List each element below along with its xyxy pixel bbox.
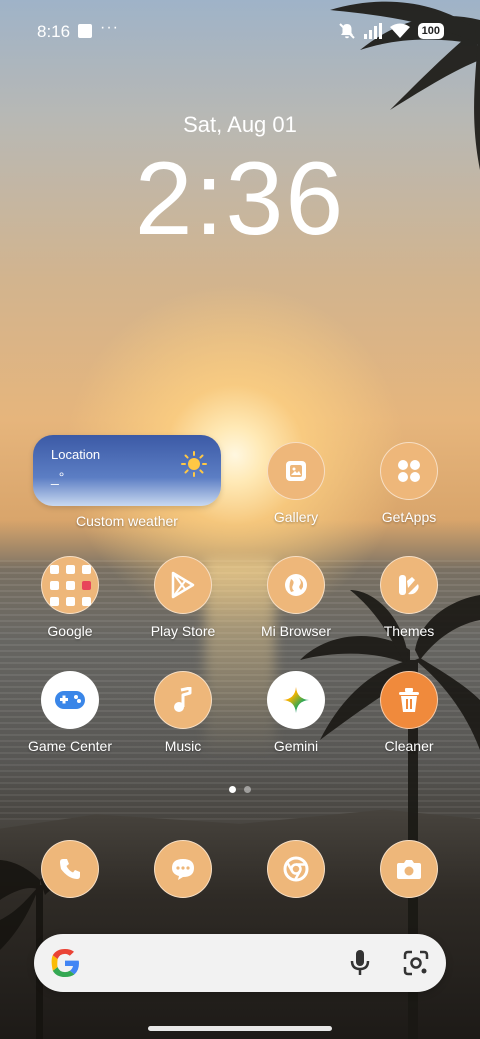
- page-dot-active: [229, 786, 236, 793]
- play-store-icon[interactable]: [154, 556, 212, 614]
- app-label: Music: [164, 738, 202, 754]
- google-lens-icon[interactable]: [402, 949, 430, 977]
- phone-icon[interactable]: [41, 840, 99, 898]
- gallery-icon[interactable]: [267, 442, 325, 500]
- app-label: Google: [47, 623, 93, 639]
- app-label: Gallery: [273, 509, 319, 525]
- home-gesture-bar[interactable]: [148, 1026, 332, 1031]
- dock-messages[interactable]: [127, 840, 239, 898]
- app-cleaner[interactable]: Cleaner: [353, 671, 465, 754]
- app-label: Cleaner: [384, 738, 434, 754]
- dock-phone[interactable]: [14, 840, 126, 898]
- app-gemini[interactable]: Gemini: [240, 671, 352, 754]
- clock-widget[interactable]: 2:36: [0, 140, 480, 259]
- google-logo-icon: [51, 949, 79, 977]
- app-getapps[interactable]: GetApps: [353, 442, 465, 525]
- messages-icon[interactable]: [154, 840, 212, 898]
- weather-widget[interactable]: Location _°: [33, 435, 221, 506]
- app-label: Mi Browser: [260, 623, 331, 639]
- date-label[interactable]: Sat, Aug 01: [0, 112, 480, 138]
- music-icon[interactable]: [154, 671, 212, 729]
- signal-icon: [363, 23, 382, 39]
- chrome-icon[interactable]: [267, 840, 325, 898]
- status-icons: 100: [338, 22, 444, 40]
- app-label: Themes: [383, 623, 435, 639]
- app-label: Play Store: [150, 623, 216, 639]
- app-game-center[interactable]: Game Center: [14, 671, 126, 754]
- app-play-store[interactable]: Play Store: [127, 556, 239, 639]
- app-themes[interactable]: Themes: [353, 556, 465, 639]
- themes-icon[interactable]: [380, 556, 438, 614]
- mute-vibrate-icon: [338, 23, 355, 39]
- camera-icon[interactable]: [380, 840, 438, 898]
- weather-widget-label: Custom weather: [76, 513, 178, 529]
- game-center-icon[interactable]: [41, 671, 99, 729]
- battery-indicator: 100: [417, 23, 444, 39]
- sun-icon: [181, 451, 207, 477]
- dock-chrome[interactable]: [240, 840, 352, 898]
- more-notifications-icon: ···: [100, 19, 119, 36]
- mic-icon[interactable]: [350, 949, 370, 977]
- dock-camera[interactable]: [353, 840, 465, 898]
- status-bar: 8:16 ··· 100: [0, 0, 480, 64]
- app-label: Gemini: [273, 738, 319, 754]
- app-gallery[interactable]: Gallery: [240, 442, 352, 525]
- gemini-icon[interactable]: [267, 671, 325, 729]
- app-label: Game Center: [27, 738, 113, 754]
- getapps-icon[interactable]: [380, 442, 438, 500]
- app-mi-browser[interactable]: Mi Browser: [240, 556, 352, 639]
- weather-temperature: _°: [51, 469, 65, 485]
- page-indicator[interactable]: [0, 786, 480, 793]
- notification-icon: [78, 24, 92, 38]
- page-dot: [244, 786, 251, 793]
- google-search-bar[interactable]: [34, 934, 446, 992]
- app-google-folder[interactable]: Google: [14, 556, 126, 639]
- wifi-icon: [389, 23, 410, 38]
- cleaner-icon[interactable]: [380, 671, 438, 729]
- status-time: 8:16: [37, 22, 71, 41]
- google-folder-icon[interactable]: [41, 556, 99, 614]
- app-label: GetApps: [381, 509, 437, 525]
- mi-browser-icon[interactable]: [267, 556, 325, 614]
- weather-location: Location: [51, 447, 101, 462]
- app-music[interactable]: Music: [127, 671, 239, 754]
